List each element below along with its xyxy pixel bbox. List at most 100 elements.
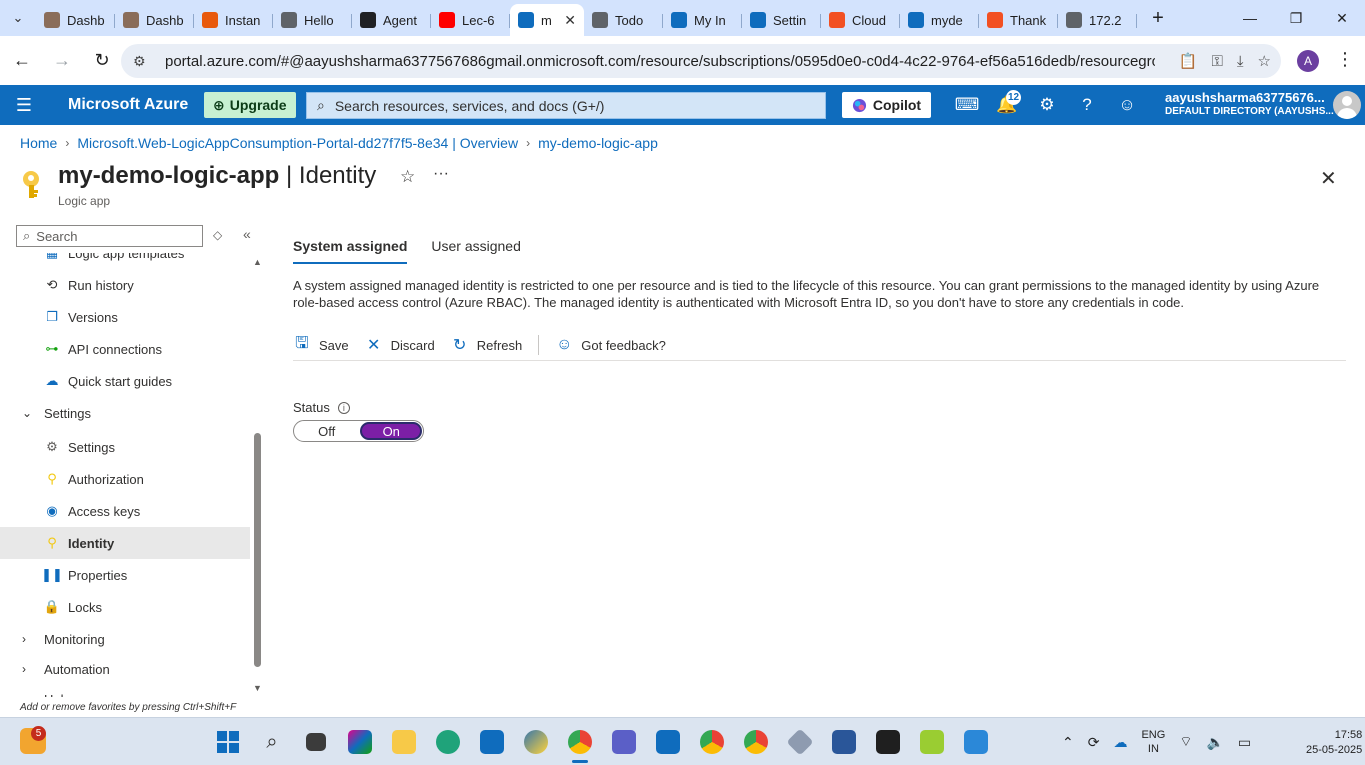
breadcrumb-resource[interactable]: my-demo-logic-app	[538, 135, 658, 151]
restore-button[interactable]: ❐	[1273, 0, 1319, 36]
menu-item[interactable]: ⚲ Identity	[0, 527, 250, 559]
address-bar[interactable]: ⚙ portal.azure.com/#@aayushsharma6377567…	[121, 44, 1281, 78]
chrome-profile-2-icon[interactable]	[694, 724, 730, 760]
powershell-icon[interactable]	[826, 724, 862, 760]
settings-gear-icon[interactable]: ⚙	[1027, 85, 1067, 125]
tab-user-assigned[interactable]: User assigned	[431, 238, 521, 264]
cloud-shell-icon[interactable]: ⌨	[947, 85, 987, 125]
menu-item[interactable]: ⚲ Authorization	[0, 463, 250, 495]
taskbar-search-icon[interactable]: ⌕	[254, 724, 290, 760]
notifications-bell-icon[interactable]: 🔔 12	[987, 85, 1027, 125]
help-icon[interactable]: ?	[1067, 85, 1107, 125]
browser-tab[interactable]: m ✕	[510, 4, 584, 36]
status-toggle-off[interactable]: Off	[294, 421, 359, 441]
menu-item[interactable]: ⊶ API connections	[0, 333, 250, 365]
vscode-taskbar-icon[interactable]	[650, 724, 686, 760]
portal-menu-icon[interactable]: ☰	[0, 85, 48, 125]
chrome-icon[interactable]	[562, 724, 598, 763]
status-toggle[interactable]: Off On	[293, 420, 424, 442]
bookmark-star-icon[interactable]: ☆	[1258, 52, 1271, 70]
menu-group[interactable]: › Monitoring	[0, 623, 250, 655]
breadcrumb-resource-group[interactable]: Microsoft.Web-LogicAppConsumption-Portal…	[77, 135, 518, 151]
browser-tab[interactable]: Cloud	[821, 6, 900, 34]
teams-icon[interactable]	[606, 724, 642, 760]
discard-button[interactable]: ✕ Discard	[365, 332, 435, 358]
status-toggle-on[interactable]: On	[360, 422, 422, 440]
menu-item[interactable]: ▦ Logic app templates	[0, 253, 250, 269]
site-info-icon[interactable]: ⚙	[133, 53, 153, 70]
back-button[interactable]: ←	[4, 43, 40, 79]
forward-button[interactable]: →	[44, 43, 80, 79]
user-avatar[interactable]	[1333, 91, 1361, 119]
menu-item[interactable]: ☁ Quick start guides	[0, 365, 250, 397]
url-text[interactable]: portal.azure.com/#@aayushsharma637756768…	[165, 53, 1155, 70]
task-view-icon[interactable]	[298, 724, 334, 760]
tab-search-button[interactable]: ⌄	[0, 0, 36, 36]
save-button[interactable]: 🖫 Save	[293, 332, 348, 358]
menu-scrollbar-thumb[interactable]	[254, 433, 261, 667]
terminal-icon[interactable]	[870, 724, 906, 760]
remote-desktop-icon[interactable]	[958, 724, 994, 760]
profile-avatar[interactable]: A	[1297, 50, 1319, 72]
battery-icon[interactable]: ▭	[1238, 734, 1251, 751]
menu-item[interactable]: ❐ Versions	[0, 301, 250, 333]
password-key-icon[interactable]: ⚿	[1211, 53, 1222, 70]
browser-tab[interactable]: Dashb	[36, 6, 115, 34]
more-options-icon[interactable]: ···	[433, 165, 449, 183]
close-window-button[interactable]: ✕	[1319, 0, 1365, 36]
browser-tab[interactable]: 172.2	[1058, 6, 1137, 34]
close-tab-icon[interactable]: ✕	[564, 12, 576, 29]
menu-item[interactable]: ⚙ Settings	[0, 431, 250, 463]
chevron-up-icon[interactable]: ⌃	[1062, 734, 1074, 751]
azure-brand[interactable]: Microsoft Azure	[68, 96, 204, 114]
menu-group[interactable]: › Automation	[0, 653, 250, 685]
start-button[interactable]	[210, 724, 246, 760]
menu-item[interactable]: 🔒 Locks	[0, 591, 250, 623]
menu-search-input[interactable]: ⌕ Search	[16, 225, 203, 247]
global-search-input[interactable]: ⌕ Search resources, services, and docs (…	[306, 92, 826, 119]
tab-system-assigned[interactable]: System assigned	[293, 238, 408, 264]
browser-tab[interactable]: My In	[663, 6, 742, 34]
clock[interactable]: 17:58 25-05-2025	[1306, 728, 1362, 758]
minimize-button[interactable]: —	[1227, 0, 1273, 36]
browser-tab[interactable]: Settin	[742, 6, 821, 34]
upgrade-button[interactable]: ⊕ Upgrade	[204, 92, 296, 118]
clipboard-icon[interactable]: 📋	[1179, 52, 1198, 70]
copilot-button[interactable]: Copilot	[842, 92, 931, 118]
git-client-icon[interactable]	[782, 724, 818, 760]
browser-tab[interactable]: Instan	[194, 6, 273, 34]
refresh-button[interactable]: ↻ Refresh	[451, 332, 522, 358]
browser-tab[interactable]: Todo	[584, 6, 663, 34]
menu-item[interactable]: ◉ Access keys	[0, 495, 250, 527]
reload-button[interactable]: ↻	[84, 43, 120, 79]
scroll-down-arrow-icon[interactable]: ▼	[253, 683, 262, 693]
browser-tab[interactable]: Hello	[273, 6, 352, 34]
close-icon[interactable]: ✕	[1320, 166, 1337, 191]
sync-icon[interactable]: ⟳	[1088, 734, 1100, 751]
account-info[interactable]: aayushsharma63775676... DEFAULT DIRECTOR…	[1165, 91, 1334, 119]
wifi-icon[interactable]: ⌔	[1179, 733, 1192, 751]
browser-tab[interactable]: Thank	[979, 6, 1058, 34]
browser-tab[interactable]: Lec-6	[431, 6, 510, 34]
volume-icon[interactable]: 🔈	[1206, 734, 1223, 751]
file-explorer-icon[interactable]	[386, 724, 422, 760]
browser-tab[interactable]: myde	[900, 6, 979, 34]
search-options-icon[interactable]: ◇	[213, 228, 222, 242]
scroll-up-arrow-icon[interactable]: ▲	[253, 257, 262, 267]
menu-item[interactable]: ❚❚ Properties	[0, 559, 250, 591]
menu-group[interactable]: › Help	[0, 683, 250, 698]
browser-tab[interactable]: Agent	[352, 6, 431, 34]
onedrive-cloud-icon[interactable]: ☁	[1113, 734, 1127, 751]
install-app-icon[interactable]: ⤓	[1237, 53, 1244, 70]
browser-tab[interactable]: Dashb	[115, 6, 194, 34]
feedback-button[interactable]: ☺ Got feedback?	[555, 332, 666, 358]
browser-menu-icon[interactable]: ⋮	[1336, 49, 1354, 70]
snipping-tool-icon[interactable]	[914, 724, 950, 760]
breadcrumb-home[interactable]: Home	[20, 135, 57, 151]
new-tab-button[interactable]: +	[1143, 7, 1173, 30]
python-icon[interactable]	[518, 724, 554, 760]
menu-item[interactable]: ⟲ Run history	[0, 269, 250, 301]
info-icon[interactable]: i	[337, 401, 350, 414]
store-icon[interactable]	[474, 724, 510, 760]
feedback-icon[interactable]: ☺	[1107, 85, 1147, 125]
